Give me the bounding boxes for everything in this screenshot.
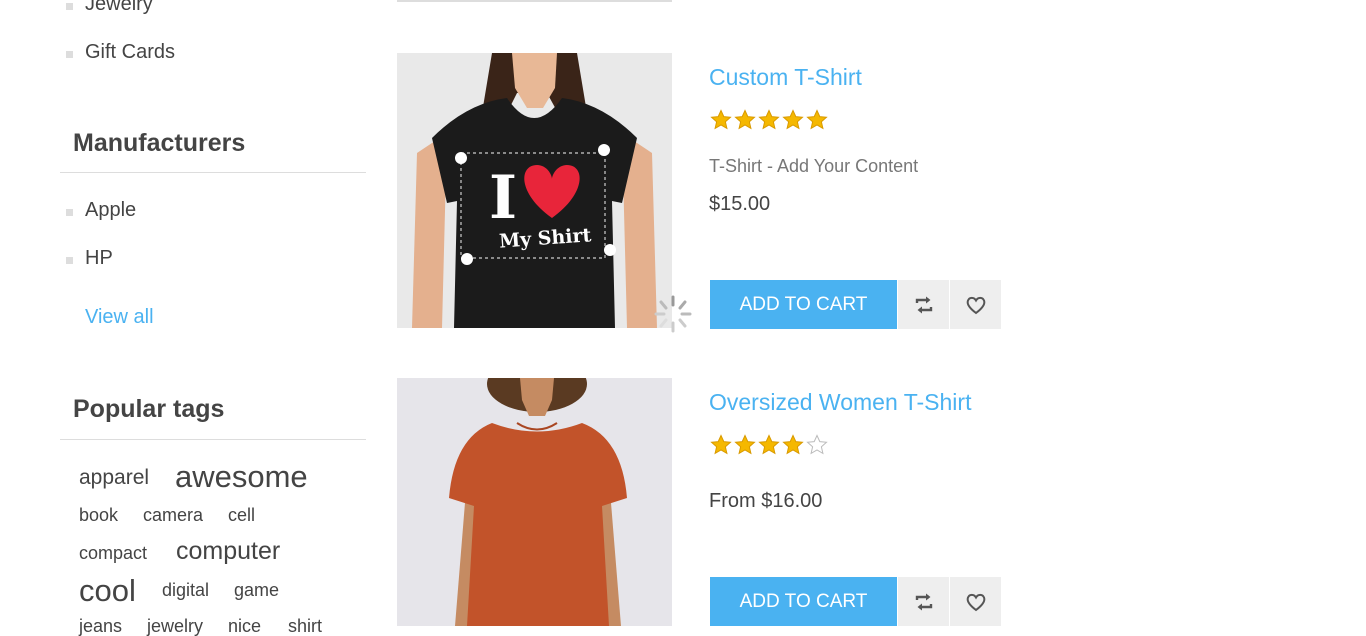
manufacturers-title: Manufacturers xyxy=(73,129,246,157)
add-to-compare-button[interactable] xyxy=(898,280,949,329)
previous-product-image-edge xyxy=(397,0,672,2)
product-rating xyxy=(710,109,828,131)
add-to-compare-button[interactable] xyxy=(898,577,949,626)
add-to-cart-button[interactable]: ADD TO CART xyxy=(710,280,897,329)
compare-icon xyxy=(915,593,932,610)
tag-cool[interactable]: cool xyxy=(79,575,136,606)
tag-book[interactable]: book xyxy=(79,506,118,524)
tag-apparel[interactable]: apparel xyxy=(79,467,149,488)
star-filled-icon xyxy=(758,109,780,130)
category-label[interactable]: Jewelry xyxy=(85,0,153,16)
star-filled-icon xyxy=(734,109,756,130)
compare-icon xyxy=(915,296,932,313)
star-filled-icon xyxy=(782,109,804,130)
tag-game[interactable]: game xyxy=(234,581,279,599)
product-price: From $16.00 xyxy=(709,490,823,512)
star-filled-icon xyxy=(782,434,804,455)
add-to-wishlist-button[interactable] xyxy=(950,577,1001,626)
tag-jewelry[interactable]: jewelry xyxy=(147,617,203,635)
product-image-custom-tshirt[interactable]: I My Shirt xyxy=(397,53,672,328)
loading-spinner-icon xyxy=(654,295,692,333)
star-filled-icon xyxy=(758,434,780,455)
tag-camera[interactable]: camera xyxy=(143,506,203,524)
tag-jeans[interactable]: jeans xyxy=(79,617,122,635)
list-bullet xyxy=(66,209,73,216)
product-price: $15.00 xyxy=(709,193,771,215)
product-title-link[interactable]: Oversized Women T-Shirt xyxy=(709,389,971,416)
manufacturer-label[interactable]: Apple xyxy=(85,199,136,222)
popular-tags-title: Popular tags xyxy=(73,395,225,423)
manufacturer-label[interactable]: HP xyxy=(85,247,113,270)
product-description: T-Shirt - Add Your Content xyxy=(709,156,919,176)
shirt-print-i: I xyxy=(489,163,517,233)
tag-cell[interactable]: cell xyxy=(228,506,255,524)
list-bullet xyxy=(66,257,73,264)
heart-icon xyxy=(966,593,985,611)
tag-awesome[interactable]: awesome xyxy=(175,461,308,492)
product-image-oversized-women-tshirt[interactable] xyxy=(397,378,672,626)
heart-icon xyxy=(966,296,985,314)
custom-tshirt-illustration: I My Shirt xyxy=(397,53,672,328)
tag-shirt[interactable]: shirt xyxy=(288,617,322,635)
star-empty-icon xyxy=(806,434,828,455)
oversized-tshirt-illustration xyxy=(397,378,672,626)
add-to-wishlist-button[interactable] xyxy=(950,280,1001,329)
product-rating xyxy=(710,434,828,456)
tag-compact[interactable]: compact xyxy=(79,544,147,562)
divider xyxy=(60,172,366,173)
add-to-cart-button[interactable]: ADD TO CART xyxy=(710,577,897,626)
product-title-link[interactable]: Custom T-Shirt xyxy=(709,64,862,91)
tag-digital[interactable]: digital xyxy=(162,581,209,599)
star-filled-icon xyxy=(710,109,732,130)
star-filled-icon xyxy=(734,434,756,455)
tag-nice[interactable]: nice xyxy=(228,617,261,635)
star-filled-icon xyxy=(806,109,828,130)
list-bullet xyxy=(66,3,73,10)
category-label[interactable]: Gift Cards xyxy=(85,41,175,64)
tag-computer[interactable]: computer xyxy=(176,539,280,564)
view-all-manufacturers-link[interactable]: View all xyxy=(85,306,154,329)
star-filled-icon xyxy=(710,434,732,455)
divider xyxy=(60,439,366,440)
list-bullet xyxy=(66,51,73,58)
